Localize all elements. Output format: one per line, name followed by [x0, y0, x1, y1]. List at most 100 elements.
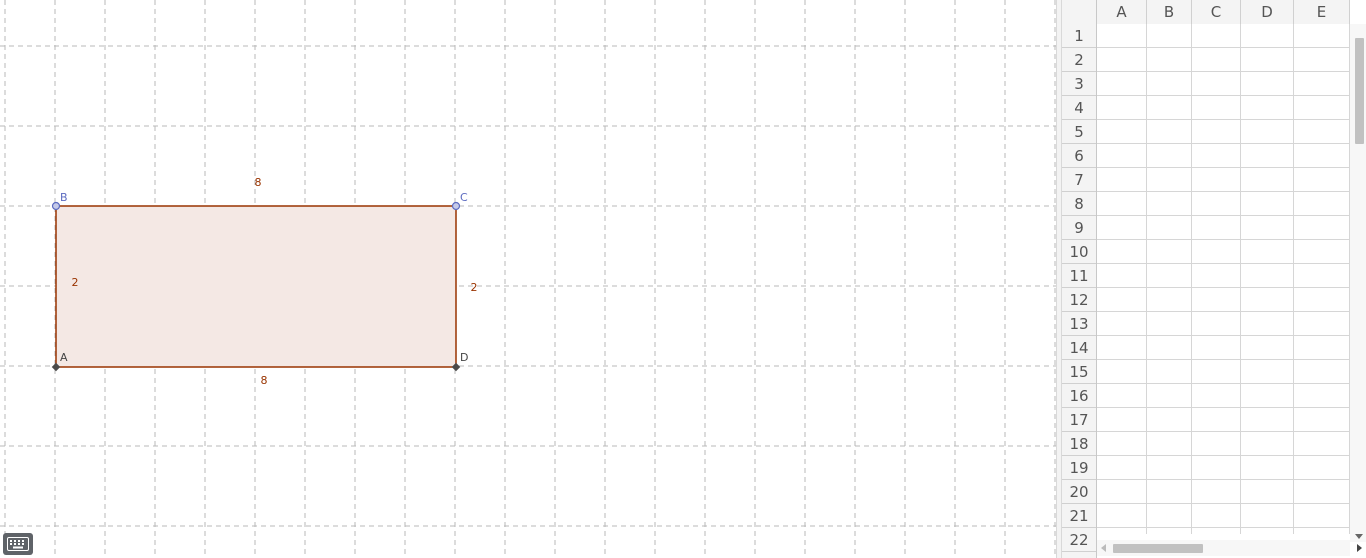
column-header-b[interactable]: B	[1147, 0, 1192, 24]
cell-a13[interactable]	[1097, 312, 1147, 336]
cell-b8[interactable]	[1147, 192, 1192, 216]
cell-e1[interactable]	[1294, 24, 1350, 48]
cell-e19[interactable]	[1294, 456, 1350, 480]
cell-b17[interactable]	[1147, 408, 1192, 432]
cell-d17[interactable]	[1241, 408, 1294, 432]
cell-b22[interactable]	[1147, 528, 1192, 534]
cell-b9[interactable]	[1147, 216, 1192, 240]
cell-d12[interactable]	[1241, 288, 1294, 312]
cell-e21[interactable]	[1294, 504, 1350, 528]
cell-c7[interactable]	[1192, 168, 1241, 192]
cell-a15[interactable]	[1097, 360, 1147, 384]
cell-e11[interactable]	[1294, 264, 1350, 288]
row-header-7[interactable]: 7	[1062, 168, 1096, 192]
row-header-1[interactable]: 1	[1062, 24, 1096, 48]
column-header-e[interactable]: E	[1294, 0, 1350, 24]
cell-a16[interactable]	[1097, 384, 1147, 408]
cell-d15[interactable]	[1241, 360, 1294, 384]
cell-d1[interactable]	[1241, 24, 1294, 48]
cell-a8[interactable]	[1097, 192, 1147, 216]
point-b[interactable]	[51, 201, 61, 211]
row-header-22[interactable]: 22	[1062, 528, 1096, 552]
cell-d20[interactable]	[1241, 480, 1294, 504]
cell-e22[interactable]	[1294, 528, 1350, 534]
cell-a6[interactable]	[1097, 144, 1147, 168]
column-header-d[interactable]: D	[1241, 0, 1294, 24]
cell-a9[interactable]	[1097, 216, 1147, 240]
row-header-21[interactable]: 21	[1062, 504, 1096, 528]
cell-e8[interactable]	[1294, 192, 1350, 216]
cell-b14[interactable]	[1147, 336, 1192, 360]
cell-d13[interactable]	[1241, 312, 1294, 336]
cell-c8[interactable]	[1192, 192, 1241, 216]
cell-c20[interactable]	[1192, 480, 1241, 504]
cell-a5[interactable]	[1097, 120, 1147, 144]
cell-c3[interactable]	[1192, 72, 1241, 96]
cell-a4[interactable]	[1097, 96, 1147, 120]
cell-b2[interactable]	[1147, 48, 1192, 72]
row-header-3[interactable]: 3	[1062, 72, 1096, 96]
cell-d7[interactable]	[1241, 168, 1294, 192]
cell-e10[interactable]	[1294, 240, 1350, 264]
cell-a19[interactable]	[1097, 456, 1147, 480]
cell-a21[interactable]	[1097, 504, 1147, 528]
cell-e2[interactable]	[1294, 48, 1350, 72]
cell-b7[interactable]	[1147, 168, 1192, 192]
scroll-down-arrow-icon[interactable]	[1355, 534, 1363, 539]
column-header-a[interactable]: A	[1097, 0, 1147, 24]
cell-b10[interactable]	[1147, 240, 1192, 264]
cell-a14[interactable]	[1097, 336, 1147, 360]
vertical-scroll-thumb[interactable]	[1355, 38, 1364, 144]
cell-b16[interactable]	[1147, 384, 1192, 408]
row-header-14[interactable]: 14	[1062, 336, 1096, 360]
cell-d9[interactable]	[1241, 216, 1294, 240]
cell-e9[interactable]	[1294, 216, 1350, 240]
cell-a20[interactable]	[1097, 480, 1147, 504]
keyboard-button[interactable]	[3, 533, 33, 555]
cell-a12[interactable]	[1097, 288, 1147, 312]
cell-d5[interactable]	[1241, 120, 1294, 144]
cell-c5[interactable]	[1192, 120, 1241, 144]
cell-e13[interactable]	[1294, 312, 1350, 336]
cell-d8[interactable]	[1241, 192, 1294, 216]
cell-c14[interactable]	[1192, 336, 1241, 360]
cell-c1[interactable]	[1192, 24, 1241, 48]
row-header-13[interactable]: 13	[1062, 312, 1096, 336]
cell-c13[interactable]	[1192, 312, 1241, 336]
cell-a2[interactable]	[1097, 48, 1147, 72]
row-header-16[interactable]: 16	[1062, 384, 1096, 408]
cell-b20[interactable]	[1147, 480, 1192, 504]
cell-e17[interactable]	[1294, 408, 1350, 432]
cell-c17[interactable]	[1192, 408, 1241, 432]
cell-b15[interactable]	[1147, 360, 1192, 384]
cell-e12[interactable]	[1294, 288, 1350, 312]
row-header-17[interactable]: 17	[1062, 408, 1096, 432]
cell-d22[interactable]	[1241, 528, 1294, 534]
cell-a3[interactable]	[1097, 72, 1147, 96]
cell-c15[interactable]	[1192, 360, 1241, 384]
cell-c12[interactable]	[1192, 288, 1241, 312]
row-header-15[interactable]: 15	[1062, 360, 1096, 384]
cell-e15[interactable]	[1294, 360, 1350, 384]
row-header-8[interactable]: 8	[1062, 192, 1096, 216]
cell-b18[interactable]	[1147, 432, 1192, 456]
select-all-corner[interactable]	[1062, 0, 1097, 24]
row-header-9[interactable]: 9	[1062, 216, 1096, 240]
horizontal-scrollbar[interactable]	[1097, 540, 1362, 556]
cell-d19[interactable]	[1241, 456, 1294, 480]
cell-b1[interactable]	[1147, 24, 1192, 48]
cell-d21[interactable]	[1241, 504, 1294, 528]
row-header-2[interactable]: 2	[1062, 48, 1096, 72]
cell-d2[interactable]	[1241, 48, 1294, 72]
cell-e3[interactable]	[1294, 72, 1350, 96]
cell-e18[interactable]	[1294, 432, 1350, 456]
cell-c10[interactable]	[1192, 240, 1241, 264]
cell-d6[interactable]	[1241, 144, 1294, 168]
cell-e14[interactable]	[1294, 336, 1350, 360]
row-header-11[interactable]: 11	[1062, 264, 1096, 288]
cell-c16[interactable]	[1192, 384, 1241, 408]
rectangle-polygon[interactable]	[56, 206, 456, 367]
column-header-c[interactable]: C	[1192, 0, 1241, 24]
cell-d10[interactable]	[1241, 240, 1294, 264]
cell-d14[interactable]	[1241, 336, 1294, 360]
